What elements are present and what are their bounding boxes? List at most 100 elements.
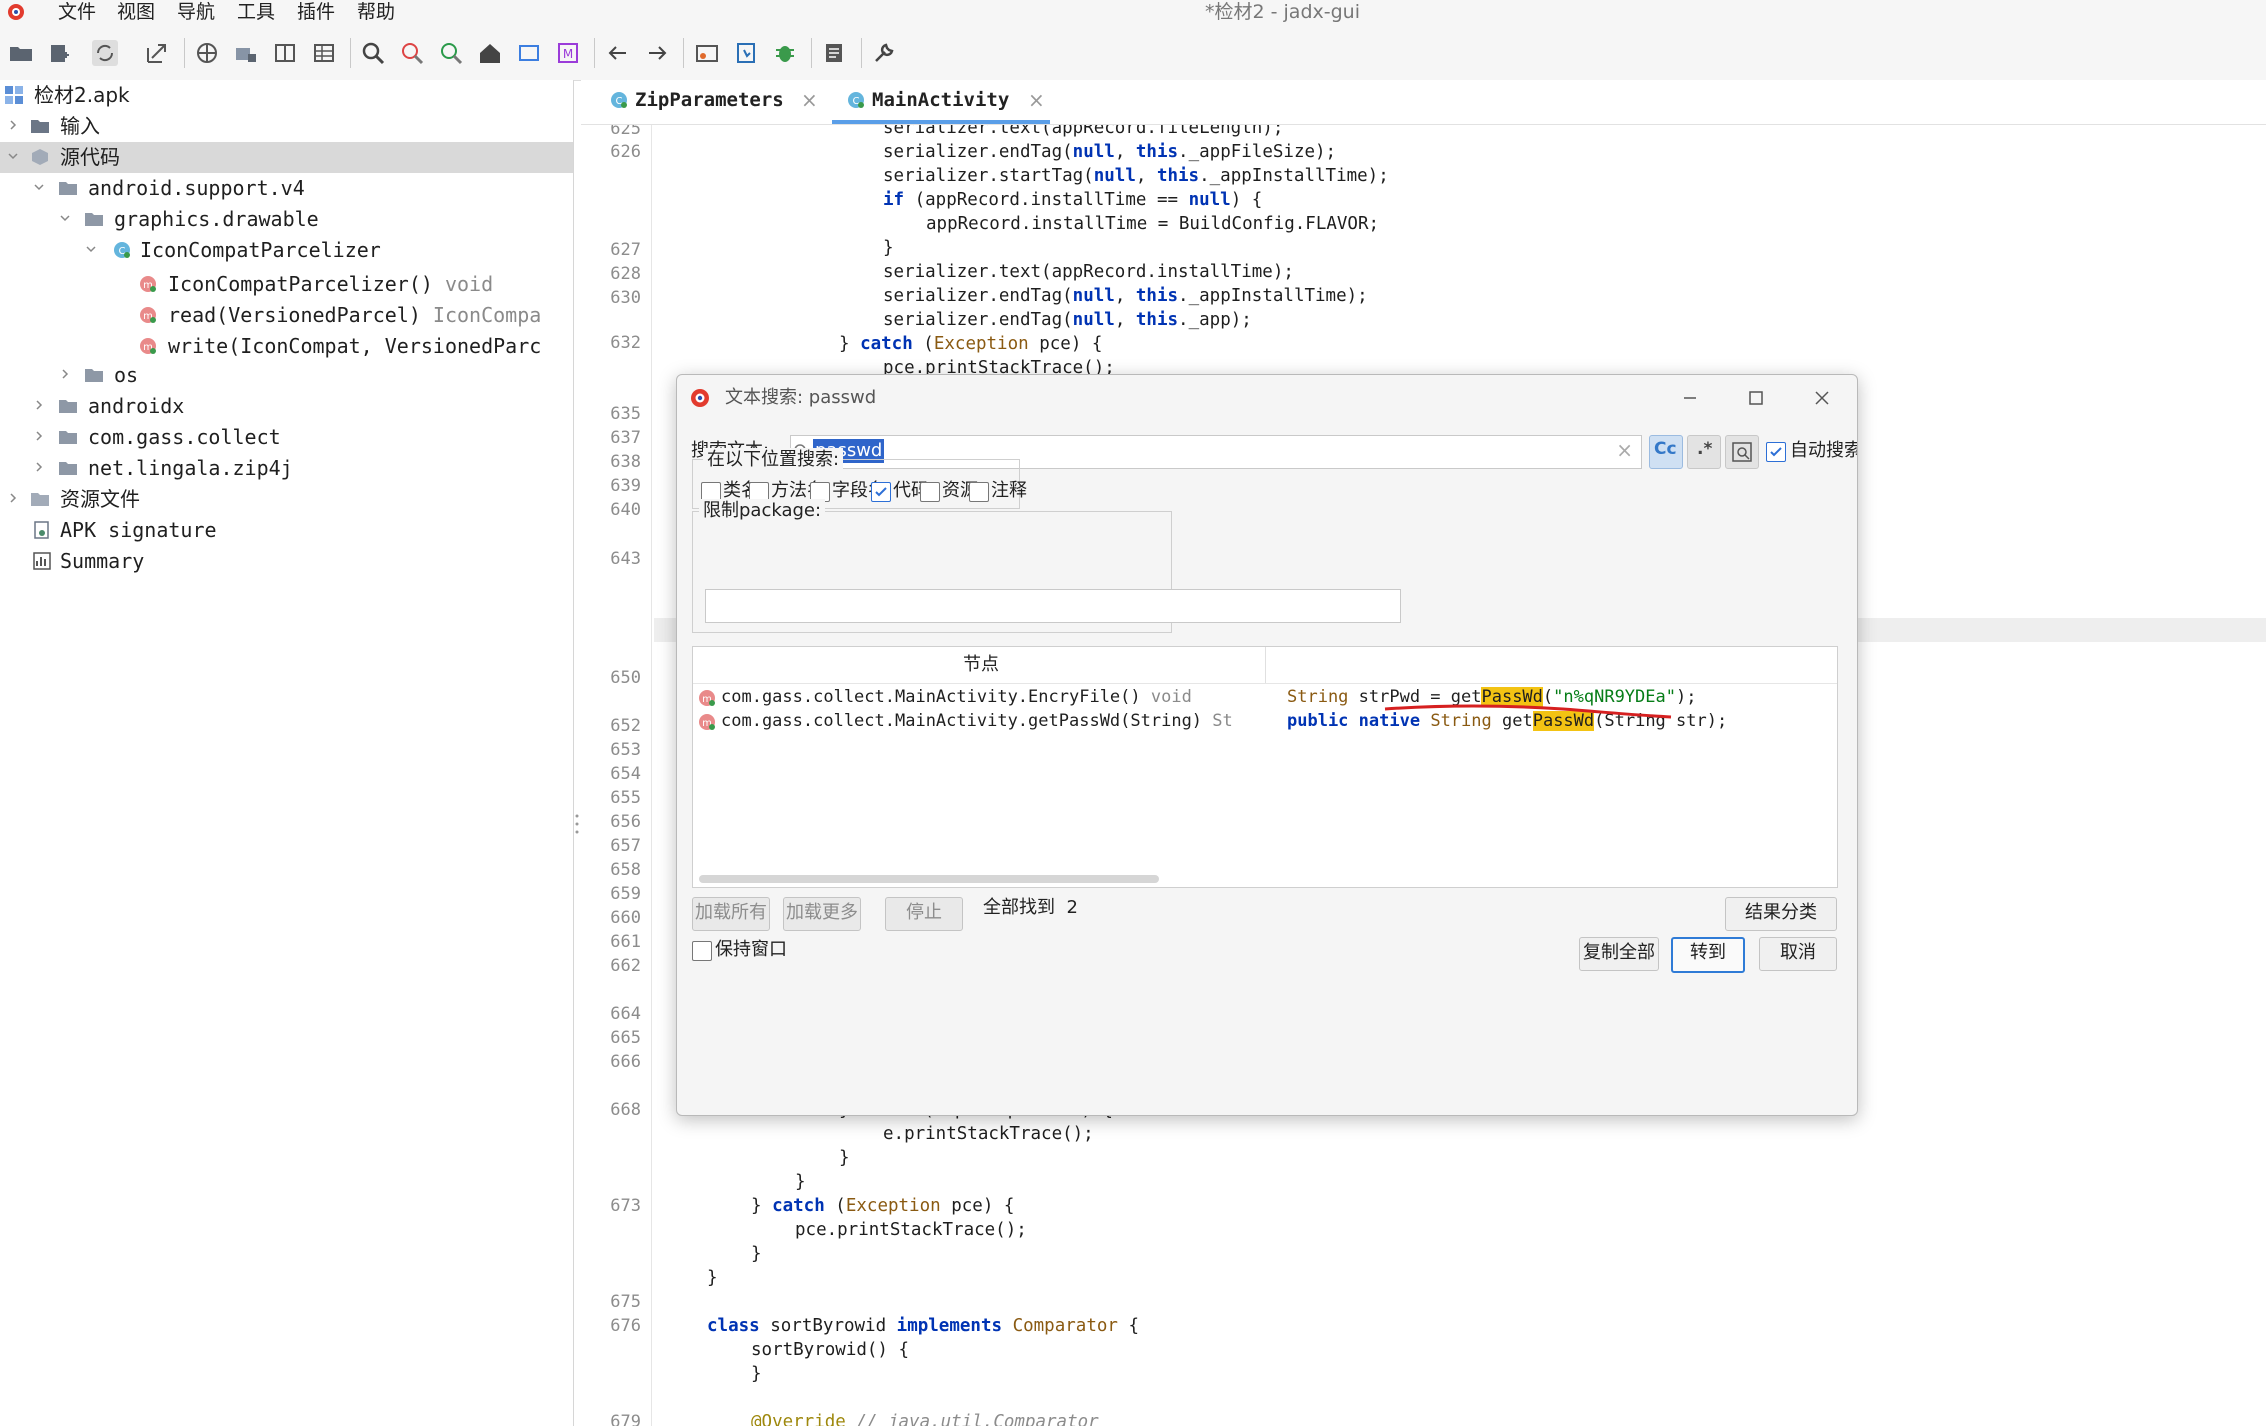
line-number: 666	[610, 1052, 641, 1072]
line-number: 626	[610, 142, 641, 162]
chevron-right-icon[interactable]	[34, 431, 44, 441]
scope-code-checkbox[interactable]	[871, 482, 891, 502]
group-results-button[interactable]: 结果分类	[1725, 897, 1837, 931]
tree-item-class[interactable]: C IconCompatParcelizer	[0, 235, 573, 266]
splitter-grip-icon[interactable]	[574, 812, 580, 836]
open-folder-icon[interactable]	[8, 40, 34, 66]
tree-item-package[interactable]: os	[0, 360, 573, 391]
clear-input-icon[interactable]: ×	[1616, 438, 1633, 462]
chevron-down-icon[interactable]	[34, 182, 44, 192]
home-icon[interactable]	[477, 40, 503, 66]
tree-item-method[interactable]: m read(VersionedParcel) IconCompa	[0, 300, 573, 331]
close-icon[interactable]	[1811, 387, 1833, 409]
export-icon[interactable]	[144, 40, 170, 66]
chevron-right-icon[interactable]	[60, 369, 70, 379]
wrench-icon[interactable]	[871, 40, 897, 66]
tree-root-apk[interactable]: 检材2.apk	[0, 80, 573, 111]
tab-mainactivity[interactable]: C MainActivity ×	[828, 80, 1054, 124]
window-icon[interactable]	[516, 40, 542, 66]
chevron-down-icon[interactable]	[60, 213, 70, 223]
search-scope-title: 在以下位置搜索:	[703, 448, 844, 472]
tree-item-package[interactable]: net.lingala.zip4j	[0, 453, 573, 484]
back-arrow-icon[interactable]	[605, 40, 631, 66]
stop-button[interactable]: 停止	[885, 897, 963, 931]
toolbar: M	[0, 24, 2266, 81]
menu-file[interactable]: 文件	[58, 1, 96, 23]
load-all-button[interactable]: 加载所有	[692, 897, 770, 931]
text-search-dialog: 文本搜索: passwd 搜索文本: passwd × Cc .* 自动搜索 在…	[676, 374, 1858, 1116]
tree-item-method[interactable]: m write(IconCompat, VersionedParc	[0, 331, 573, 362]
method-icon: m	[699, 690, 715, 706]
sync-tree-icon[interactable]	[194, 40, 220, 66]
close-icon[interactable]: ×	[1028, 88, 1045, 112]
menu-plugins[interactable]: 插件	[297, 1, 335, 23]
source-package-icon	[32, 149, 48, 165]
tree-item-method[interactable]: m IconCompatParcelizer() void	[0, 269, 573, 300]
search-results-table[interactable]: 节点 m com.gass.collect.MainActivity.Encry…	[692, 646, 1838, 888]
horizontal-scrollbar[interactable]	[699, 875, 1159, 883]
chevron-down-icon[interactable]	[8, 151, 18, 161]
tree-item-package[interactable]: androidx	[0, 391, 573, 422]
search-icon[interactable]	[360, 40, 386, 66]
tree-item-input[interactable]: 输入	[0, 111, 573, 142]
tree-label: IconCompatParcelizer	[140, 238, 381, 262]
copy-all-button[interactable]: 复制全部	[1579, 937, 1659, 971]
tree-item-resources[interactable]: 资源文件	[0, 484, 573, 515]
tree-item-summary[interactable]: Summary	[0, 546, 573, 577]
sync-icon[interactable]	[92, 40, 118, 66]
chevron-right-icon[interactable]	[34, 462, 44, 472]
forward-arrow-icon[interactable]	[644, 40, 670, 66]
cancel-button[interactable]: 取消	[1759, 937, 1837, 971]
close-icon[interactable]: ×	[801, 88, 818, 112]
search-class-icon[interactable]	[399, 40, 425, 66]
search-usage-icon[interactable]	[438, 40, 464, 66]
bookmark-icon[interactable]	[733, 40, 759, 66]
tree-item-source[interactable]: 源代码	[0, 142, 573, 173]
chevron-down-icon[interactable]	[86, 244, 96, 254]
add-file-icon[interactable]	[46, 40, 72, 66]
scope-comment-checkbox[interactable]	[969, 482, 989, 502]
goto-button[interactable]: 转到	[1671, 937, 1745, 973]
line-number: 654	[610, 764, 641, 784]
case-sensitive-toggle[interactable]: Cc	[1649, 435, 1683, 469]
table-row[interactable]: com.gass.collect.MainActivity.EncryFile(…	[721, 685, 1192, 709]
log-icon[interactable]	[821, 40, 847, 66]
chevron-right-icon[interactable]	[8, 120, 18, 130]
regex-toggle[interactable]: .*	[1687, 435, 1721, 469]
split-view-icon[interactable]	[272, 40, 298, 66]
class-icon: C	[611, 92, 627, 108]
window-title: *检材2 - jadx-gui	[1205, 1, 1360, 23]
table-view-icon[interactable]	[311, 40, 337, 66]
line-number: 659	[610, 884, 641, 904]
checkmark-icon	[875, 487, 887, 497]
column-header-node[interactable]: 节点	[963, 653, 999, 677]
chevron-right-icon[interactable]	[34, 400, 44, 410]
tree-item-apk-signature[interactable]: APK signature	[0, 515, 573, 546]
maximize-icon[interactable]	[1745, 387, 1767, 409]
mapping-icon[interactable]: M	[555, 40, 581, 66]
scope-resource-checkbox[interactable]	[920, 482, 940, 502]
chevron-right-icon[interactable]	[8, 493, 18, 503]
auto-search-checkbox[interactable]	[1766, 442, 1786, 462]
jadx-logo-icon	[691, 389, 709, 407]
active-tab-search-toggle[interactable]	[1725, 435, 1759, 469]
tree-item-package[interactable]: graphics.drawable	[0, 204, 573, 235]
method-icon: m	[140, 338, 156, 354]
menu-tools[interactable]: 工具	[237, 1, 275, 23]
tree-item-package[interactable]: android.support.v4	[0, 173, 573, 204]
keep-window-checkbox[interactable]	[692, 941, 712, 961]
debug-bug-icon[interactable]	[772, 40, 798, 66]
package-filter-input[interactable]	[705, 589, 1401, 623]
minimize-icon[interactable]	[1679, 387, 1701, 409]
flatten-packages-icon[interactable]	[233, 40, 259, 66]
tab-label: MainActivity	[872, 89, 1010, 111]
tab-zipparameters[interactable]: C ZipParameters ×	[591, 80, 821, 124]
tree-item-package[interactable]: com.gass.collect	[0, 422, 573, 453]
load-more-button[interactable]: 加载更多	[783, 897, 861, 931]
scope-comment-label: 注释	[991, 480, 1027, 501]
menu-navigate[interactable]: 导航	[177, 1, 215, 23]
menu-view[interactable]: 视图	[117, 1, 155, 23]
decompile-icon[interactable]	[694, 40, 720, 66]
table-row[interactable]: com.gass.collect.MainActivity.getPassWd(…	[721, 709, 1233, 733]
menu-help[interactable]: 帮助	[357, 1, 395, 23]
